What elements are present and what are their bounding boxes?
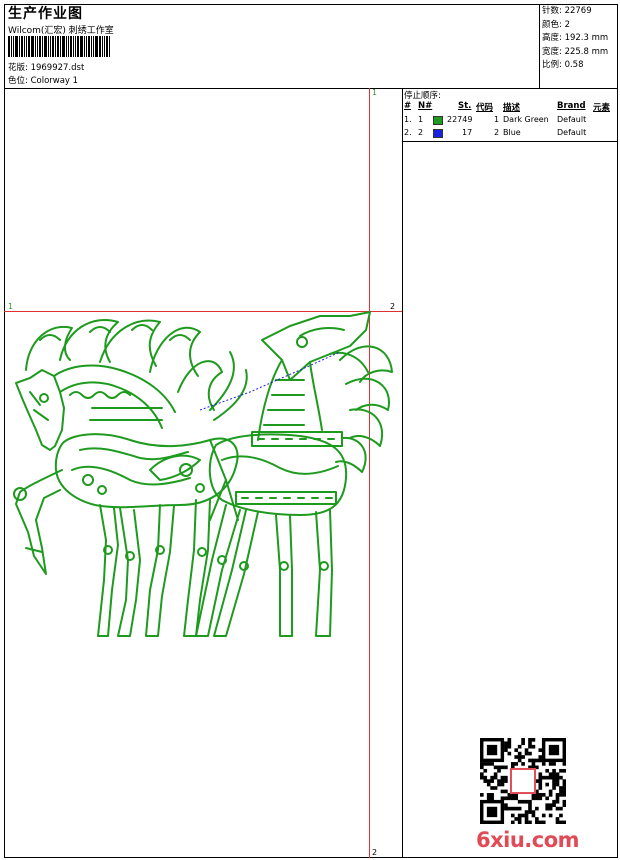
right-horse bbox=[195, 311, 393, 637]
jump-stitch-line bbox=[199, 351, 341, 411]
qr-code[interactable] bbox=[480, 738, 567, 825]
embroidery-design bbox=[13, 311, 393, 637]
watermark-logo: 6xiu.com bbox=[476, 828, 580, 852]
left-horse bbox=[13, 319, 248, 637]
qr-code-image bbox=[480, 738, 567, 825]
